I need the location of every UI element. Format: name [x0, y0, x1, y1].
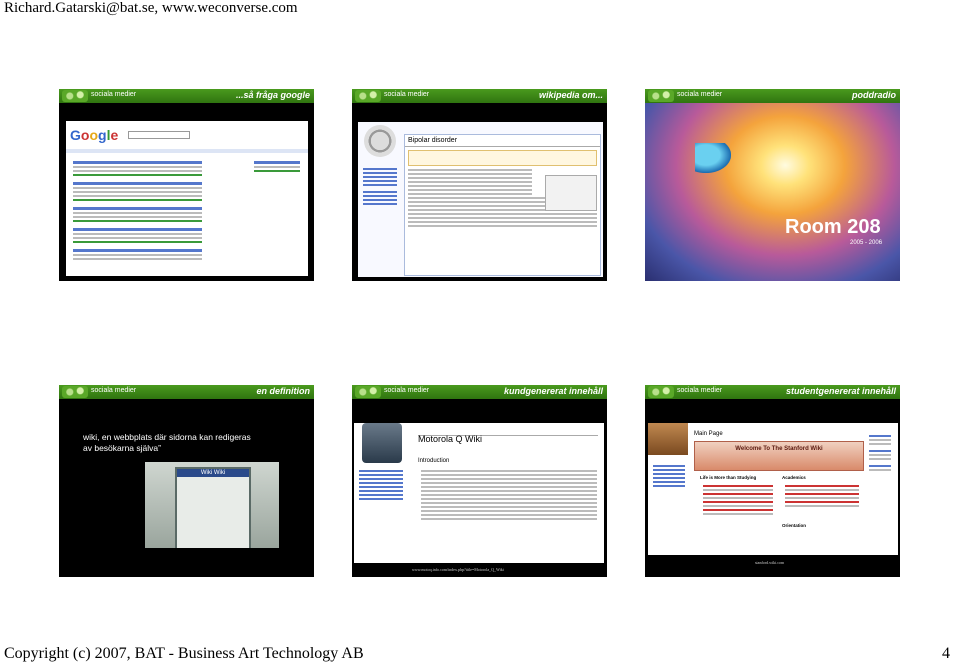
- slide-title-bar: sociala medier wikipedia om...: [352, 89, 607, 103]
- life-heading: Life is More than Studying: [700, 475, 757, 480]
- room-years: 2005 - 2006: [850, 240, 883, 246]
- search-results: [70, 159, 205, 262]
- stanford-logo-icon: [648, 423, 688, 455]
- wiki-wiki-bus-photo: Wiki Wiki: [145, 462, 279, 548]
- slide-title: en definition: [256, 386, 311, 396]
- wikipedia-globe-icon: [364, 125, 396, 157]
- slide-site-label: sociala medier: [91, 387, 137, 394]
- stanford-wiki-title: Welcome To The Stanford Wiki: [735, 446, 823, 452]
- results-bar: [66, 149, 308, 153]
- motorola-url: www.motoq.info.com/index.php?title=Motor…: [412, 567, 504, 572]
- slide-student-content: sociala medier studentgenererat innehåll…: [645, 385, 900, 577]
- room-title: Room 208: [785, 216, 881, 238]
- room-208-image: Room 208 2005 - 2006: [645, 103, 900, 281]
- slide-title-bar: sociala medier en definition: [59, 385, 314, 399]
- social-media-logo-icon: [648, 90, 674, 102]
- motorola-wiki-screenshot: Motorola Q Wiki Introduction: [354, 423, 604, 563]
- stanford-wiki-screenshot: Main Page Welcome To The Stanford Wiki L…: [648, 423, 898, 555]
- slide-site-label: sociala medier: [677, 91, 723, 98]
- slide-title: wikipedia om...: [538, 90, 603, 100]
- slide-title-bar: sociala medier studentgenererat innehåll: [645, 385, 900, 399]
- document-footer: Copyright (c) 2007, BAT - Business Art T…: [4, 645, 364, 662]
- slide-site-label: sociala medier: [384, 387, 430, 394]
- slide-site-label: sociala medier: [677, 387, 723, 394]
- main-page-label: Main Page: [694, 431, 723, 437]
- social-media-logo-icon: [62, 386, 88, 398]
- wikipedia-screenshot: Bipolar disorder: [358, 122, 603, 277]
- page-number: 4: [942, 645, 950, 662]
- slide-google: sociala medier ...så fråga google Google: [59, 89, 314, 281]
- slide-customer-content: sociala medier kundgenererat innehåll Mo…: [352, 385, 607, 577]
- academics-heading: Academics: [782, 475, 806, 480]
- slide-podcast: sociala medier poddradio Room 208 2005 -…: [645, 89, 900, 281]
- butterfly-icon: [695, 143, 731, 173]
- motorola-article-text: [418, 468, 600, 522]
- social-media-logo-icon: [355, 90, 381, 102]
- slide-title-bar: sociala medier ...så fråga google: [59, 89, 314, 103]
- slide-title-bar: sociala medier poddradio: [645, 89, 900, 103]
- slide-wikipedia: sociala medier wikipedia om... Bipolar d…: [352, 89, 607, 281]
- social-media-logo-icon: [62, 90, 88, 102]
- social-media-logo-icon: [355, 386, 381, 398]
- google-screenshot: Google: [66, 121, 308, 276]
- slide-title-bar: sociala medier kundgenererat innehåll: [352, 385, 607, 399]
- social-media-logo-icon: [648, 386, 674, 398]
- google-search-box: [128, 131, 190, 139]
- stanford-nav: [650, 463, 688, 489]
- stanford-url: stanford.wiki.com: [755, 560, 785, 565]
- google-logo-icon: Google: [70, 127, 119, 143]
- slide-title: studentgenererat innehåll: [785, 386, 896, 396]
- wiki-wiki-sign: Wiki Wiki: [177, 469, 249, 477]
- slide-title: ...så fråga google: [235, 90, 310, 100]
- orientation-heading: Orientation: [782, 523, 807, 528]
- slide-title: poddradio: [852, 90, 896, 100]
- slide-definition: sociala medier en definition wiki, en we…: [59, 385, 314, 577]
- definition-text: wiki, en webbplats där sidorna kan redig…: [83, 432, 251, 453]
- motorola-nav: [356, 468, 406, 502]
- wikipedia-nav: [360, 166, 400, 207]
- document-header: Richard.Gatarski@bat.se, www.weconverse.…: [4, 0, 298, 16]
- slide-title: kundgenererat innehåll: [503, 386, 603, 396]
- slide-site-label: sociala medier: [384, 91, 430, 98]
- slide-site-label: sociala medier: [91, 91, 137, 98]
- phone-icon: [362, 423, 402, 463]
- wikipedia-article: Bipolar disorder: [404, 134, 601, 276]
- intro-heading: Introduction: [418, 458, 450, 464]
- motorola-wiki-title: Motorola Q Wiki: [418, 434, 483, 444]
- sponsored-links: [251, 159, 303, 174]
